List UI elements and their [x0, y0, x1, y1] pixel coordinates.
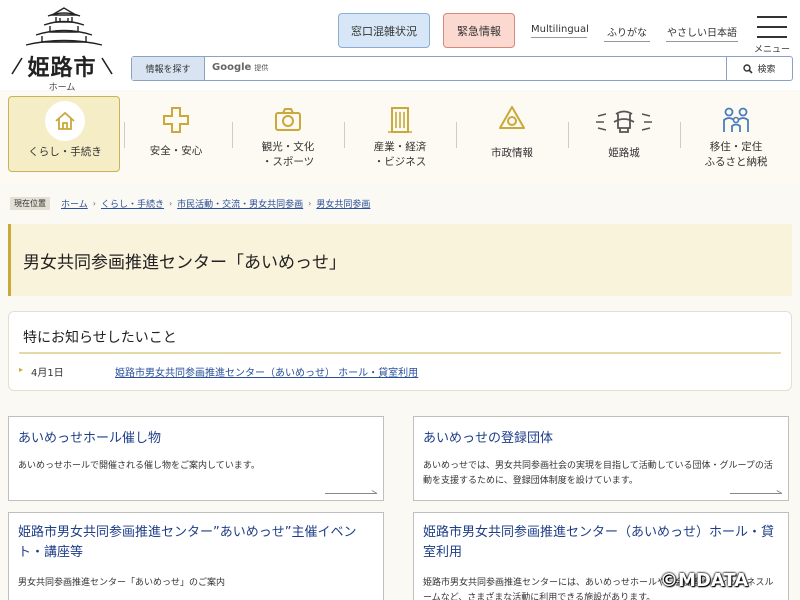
nav-label: 市政情報: [491, 147, 533, 159]
furigana-link[interactable]: ふりがな: [604, 24, 650, 42]
search-icon: [743, 63, 754, 74]
menu-label: メニュー: [754, 45, 791, 55]
nav-label: くらし・手続き: [28, 146, 102, 158]
nav-label: 移住・定住 ふるさと納税: [680, 140, 792, 170]
logo-right-stroke-icon: [101, 57, 113, 75]
nav-item-safety[interactable]: 安全・安心: [120, 96, 232, 172]
logo-left-stroke-icon: [11, 57, 23, 75]
castle-logo-icon: [25, 7, 103, 46]
card-title: あいめっせの登録団体: [423, 431, 554, 446]
family-icon: [723, 107, 749, 132]
nav-label: 産業・経済 ・ビジネス: [344, 140, 456, 170]
nav-label: 安全・安心: [149, 145, 203, 157]
nav-item-business[interactable]: 産業・経済 ・ビジネス: [344, 96, 456, 172]
emergency-info-button[interactable]: 緊急情報: [443, 13, 515, 48]
card-title: 姫路市男女共同参画推進センター（あいめっせ）ホール・貸室利用: [423, 525, 775, 560]
menu-icon-bar: [757, 26, 787, 28]
copyright-watermark: ©MDATA: [660, 570, 749, 591]
page-title: 男女共同参画推進センター「あいめっせ」: [23, 253, 346, 273]
breadcrumb: 現在位置 ホーム › くらし・手続き › 市民活動・交流・男女共同参画 › 男女…: [10, 195, 375, 211]
house-icon: [55, 111, 75, 130]
nav-label: 姫路城: [608, 147, 640, 159]
notice-link[interactable]: 姫路市男女共同参画推進センター（あいめっせ） ホール・貸室利用: [115, 364, 418, 379]
camera-icon: [275, 108, 301, 131]
card-description: 男女共同参画推進センター「あいめっせ」のご案内: [18, 578, 226, 588]
city-logo[interactable]: 姫路市 ホーム: [8, 6, 116, 93]
menu-icon-bar: [757, 36, 787, 38]
card-title: 姫路市男女共同参画推進センター”あいめっせ”主催イベント・講座等: [18, 525, 357, 560]
breadcrumb-gender-equality[interactable]: 男女共同参画: [316, 197, 370, 210]
menu-icon: [757, 16, 787, 18]
card-hosted-events[interactable]: 姫路市男女共同参画推進センター”あいめっせ”主催イベント・講座等 男女共同参画推…: [8, 512, 384, 600]
card-hall-events[interactable]: あいめっせホール催し物 あいめっせホールで開催される催し物をご案内しています。: [8, 416, 384, 501]
nav-label: 観光・文化 ・スポーツ: [232, 140, 344, 170]
breadcrumb-living[interactable]: くらし・手続き: [101, 197, 164, 210]
search-input[interactable]: [262, 59, 722, 78]
castle-icon: [596, 110, 652, 133]
page-title-banner: 男女共同参画推進センター「あいめっせ」: [8, 224, 792, 296]
nav-item-tourism[interactable]: 観光・文化 ・スポーツ: [232, 96, 344, 172]
easy-japanese-link[interactable]: やさしい日本語: [666, 24, 738, 42]
search-button[interactable]: 検索: [726, 57, 792, 80]
notice-date: 4月1日: [31, 368, 64, 379]
nav-item-living[interactable]: くらし・手続き: [8, 96, 120, 172]
building-icon: [388, 107, 412, 133]
notice-heading: 特にお知らせしたいこと: [23, 330, 177, 346]
bullet-arrow-icon: ▸: [19, 365, 24, 374]
main-nav: くらし・手続き 安全・安心 観光・文化 ・スポーツ 産業・経済 ・ビジネス 市政…: [0, 92, 800, 184]
site-search: 情報を探す Google 提供 検索: [131, 56, 793, 81]
google-brand: Google 提供: [212, 62, 268, 73]
breadcrumb-civic[interactable]: 市民活動・交流・男女共同参画: [177, 197, 303, 210]
important-notice: 特にお知らせしたいこと ▸ 4月1日 姫路市男女共同参画推進センター（あいめっせ…: [8, 311, 792, 391]
google-brand-text: Google: [212, 62, 252, 73]
nav-item-relocation[interactable]: 移住・定住 ふるさと納税: [680, 96, 792, 172]
nav-item-city-gov[interactable]: 市政情報: [456, 96, 568, 172]
more-arrow-icon: [730, 488, 782, 494]
nav-label-text: 観光・文化 ・スポーツ: [261, 141, 315, 168]
menu-button[interactable]: メニュー: [754, 14, 791, 55]
more-arrow-icon: [325, 488, 377, 494]
cross-icon: [163, 107, 189, 133]
multilingual-link[interactable]: Multilingual: [531, 24, 589, 38]
notice-divider: [19, 352, 781, 354]
search-button-label: 検索: [757, 65, 776, 75]
card-registered-groups[interactable]: あいめっせの登録団体 あいめっせでは、男女共同参画社会の実現を目指して活動してい…: [413, 416, 789, 501]
card-description: あいめっせホールで開催される催し物をご案内しています。: [18, 461, 260, 471]
site-header: 姫路市 ホーム 窓口混雑状況 緊急情報 Multilingual ふりがな やさ…: [0, 0, 800, 93]
chevron-right-icon: ›: [308, 198, 312, 208]
breadcrumb-home[interactable]: ホーム: [61, 197, 88, 210]
chevron-right-icon: ›: [168, 198, 173, 208]
nav-label-text: 移住・定住 ふるさと納税: [704, 141, 768, 168]
counter-congestion-button[interactable]: 窓口混雑状況: [338, 13, 430, 48]
nav-item-himeji-castle[interactable]: 姫路城: [568, 96, 680, 172]
breadcrumb-here-label: 現在位置: [10, 196, 50, 210]
card-description: あいめっせでは、男女共同参画社会の実現を目指して活動している団体・グループの活動…: [423, 461, 773, 486]
nav-label-text: 産業・経済 ・ビジネス: [373, 141, 427, 168]
search-tag: 情報を探す: [132, 57, 205, 80]
chevron-right-icon: ›: [92, 198, 96, 208]
card-title: あいめっせホール催し物: [18, 431, 162, 446]
city-emblem-icon: [499, 106, 525, 129]
